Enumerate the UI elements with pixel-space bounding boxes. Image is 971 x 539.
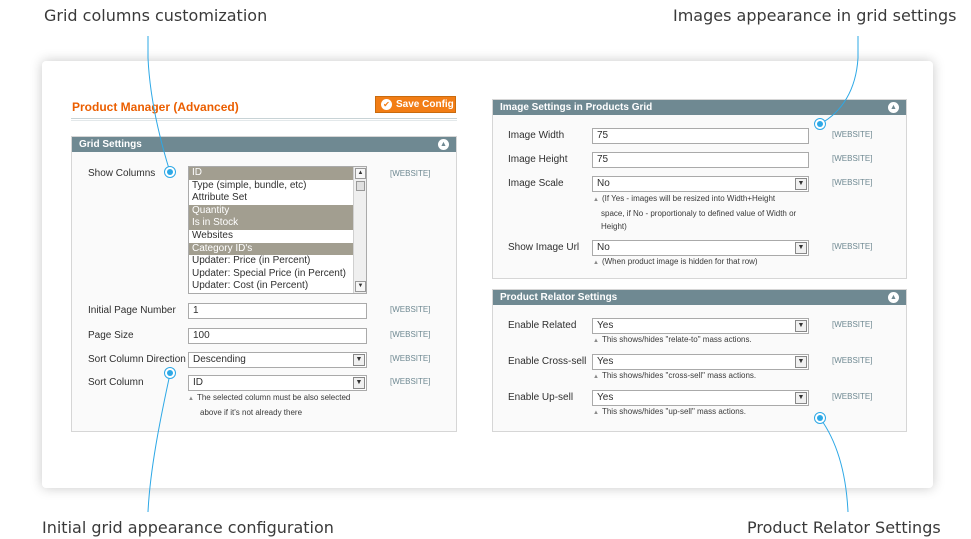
callout-dot-relator — [814, 412, 826, 424]
connector-relator — [819, 417, 849, 513]
connector-grid-columns — [147, 36, 171, 173]
callout-dot-grid-columns — [164, 166, 176, 178]
connector-images-appearance — [819, 36, 859, 125]
callout-connectors — [147, 36, 859, 513]
connector-initial-grid — [147, 373, 171, 513]
callout-dot-images-appearance — [814, 118, 826, 130]
callout-dot-initial-grid — [164, 367, 176, 379]
